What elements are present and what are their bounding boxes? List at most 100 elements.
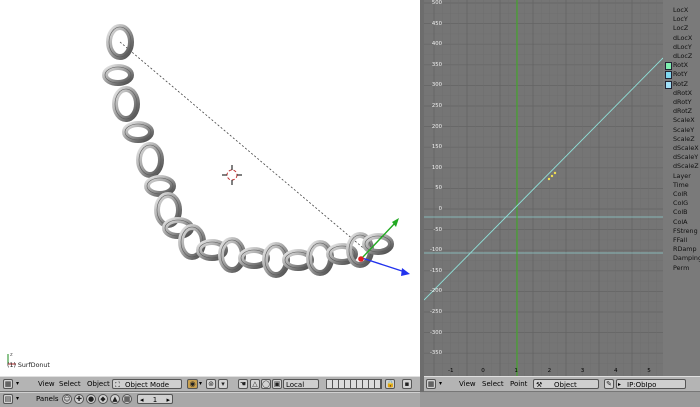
channel-label: ColA [673, 217, 688, 226]
lock-icon[interactable]: 🔒 [385, 379, 395, 389]
channel-scalez[interactable]: ScaleZ [663, 135, 700, 144]
y-tick-label: 300 [431, 82, 442, 89]
channel-label: Time [673, 180, 689, 189]
transform-orientation-select[interactable]: Local [283, 379, 319, 389]
editor-type-icon[interactable]: ▦ [3, 379, 13, 389]
chain-link-outline [114, 88, 138, 120]
channel-label: ColG [673, 199, 689, 208]
3d-viewport[interactable]: z (1) SurfDonut [0, 0, 420, 376]
channel-dscalez[interactable]: dScaleZ [663, 162, 700, 171]
ipo-collapse-icon[interactable]: ▾ [439, 379, 442, 389]
translate-icon[interactable]: △ [250, 379, 260, 389]
channel-label: Layer [673, 171, 691, 180]
channel-rotz[interactable]: RotZ [663, 80, 700, 89]
object-menu[interactable]: Object [87, 379, 110, 389]
channel-scaley[interactable]: ScaleY [663, 126, 700, 135]
page-number-label: 1 [152, 396, 158, 404]
y-tick-label: -250 [429, 309, 442, 315]
channel-fstreng[interactable]: FStreng [663, 227, 700, 236]
object-info-text: (1) SurfDonut [7, 362, 50, 369]
view-menu[interactable]: View [38, 379, 55, 389]
channel-label: ColB [673, 208, 688, 217]
logic-context-icon[interactable]: ☺ [62, 394, 72, 404]
channel-dscaley[interactable]: dScaleY [663, 153, 700, 162]
y-tick-label: 500 [431, 0, 442, 6]
x-tick-label: 1 [514, 368, 518, 374]
ipo-type-label: Object [554, 381, 577, 389]
ipo-bottom-bar [424, 392, 700, 406]
page-number-field[interactable]: ◂ 1 ▸ [137, 394, 173, 404]
channel-locz[interactable]: LocZ [663, 24, 700, 33]
draw-type-icon[interactable]: ◉ [187, 379, 198, 389]
channel-color-swatch[interactable] [665, 62, 672, 71]
channel-locx[interactable]: LocX [663, 6, 700, 15]
ipo-pin-icon[interactable]: ✎ [604, 379, 614, 389]
script-context-icon[interactable]: ✚ [74, 394, 84, 404]
channel-color-swatch[interactable] [665, 80, 672, 89]
channel-label: dRotX [673, 88, 693, 97]
layer-buttons[interactable] [326, 379, 382, 389]
channel-locy[interactable]: LocY [663, 15, 700, 24]
channel-ffall[interactable]: FFall [663, 236, 700, 245]
x-tick-label: 4 [614, 368, 618, 374]
channel-layer[interactable]: Layer [663, 172, 700, 181]
channel-scalex[interactable]: ScaleX [663, 116, 700, 125]
channel-colg[interactable]: ColG [663, 199, 700, 208]
svg-text:z: z [10, 352, 13, 358]
channel-dscalex[interactable]: dScaleX [663, 144, 700, 153]
editing-context-icon[interactable]: ▲ [110, 394, 120, 404]
x-tick-label: 3 [580, 368, 585, 374]
channel-colr[interactable]: ColR [663, 190, 700, 199]
manipulator-hand-icon[interactable]: ☚ [238, 379, 248, 389]
channel-dlocz[interactable]: dLocZ [663, 52, 700, 61]
shading-context-icon[interactable]: ● [86, 394, 96, 404]
ipo-editor-type-icon[interactable]: ▦ [426, 379, 436, 389]
channel-damping[interactable]: Damping [663, 254, 700, 263]
ipo-block-select[interactable]: ▸ IP:ObIpo [616, 379, 686, 389]
ipo-type-select[interactable]: ⚒ Object [533, 379, 599, 389]
channel-label: dScaleX [673, 144, 699, 152]
channel-drotx[interactable]: dRotX [663, 89, 700, 98]
chain-link-outline [138, 144, 162, 176]
channel-time[interactable]: Time [663, 181, 700, 190]
channel-rotx[interactable]: RotX [663, 61, 700, 71]
ipo-select-menu[interactable]: Select [482, 379, 504, 389]
channel-cola[interactable]: ColA [663, 218, 700, 227]
select-menu[interactable]: Select [59, 379, 81, 389]
ipo-channel-list: LocX LocY LocZ dLocX dLocY dLocZ RotX RotY RotZ d… [663, 0, 700, 376]
scale-icon[interactable]: ▣ [272, 379, 282, 389]
channel-color-swatch[interactable] [665, 71, 672, 80]
channel-colb[interactable]: ColB [663, 208, 700, 217]
rotate-icon[interactable]: ◯ [261, 379, 271, 389]
draw-type-arrow-icon[interactable]: ▾ [199, 379, 202, 389]
channel-roty[interactable]: RotY [663, 70, 700, 80]
page-next-arrow-icon: ▸ [166, 396, 170, 404]
channel-label: dLocZ [673, 52, 693, 60]
channel-drotz[interactable]: dRotZ [663, 107, 700, 116]
object-context-icon[interactable]: ◆ [98, 394, 108, 404]
pivot-arrow-icon[interactable]: ▾ [218, 379, 228, 389]
channel-rdamp[interactable]: RDamp [663, 245, 700, 254]
y-tick-label: 50 [435, 185, 442, 192]
buttons-collapse-icon[interactable]: ▾ [16, 394, 19, 404]
chain-object [102, 24, 394, 278]
ipo-curve-editor[interactable]: 500 450 400 350 300 250 200 150 100 50 0 -50 -100 -15… [424, 0, 663, 376]
mode-select[interactable]: ⛶ Object Mode [112, 379, 182, 389]
scene-context-icon[interactable]: ▦ [122, 394, 132, 404]
channel-perm[interactable]: Perm [663, 264, 700, 273]
ipo-view-menu[interactable]: View [459, 379, 476, 389]
buttons-editor-type-icon[interactable]: ▤ [3, 394, 13, 404]
panels-menu[interactable]: Panels [36, 394, 59, 404]
y-tick-label: -100 [429, 247, 442, 254]
render-icon[interactable]: ▪ [402, 379, 412, 389]
channel-label: RotY [673, 70, 688, 79]
collapse-menu-icon[interactable]: ▾ [16, 379, 19, 389]
channel-dlocx[interactable]: dLocX [663, 34, 700, 43]
ipo-type-icon: ⚒ [536, 381, 543, 389]
channel-droty[interactable]: dRotY [663, 98, 700, 107]
channel-dlocy[interactable]: dLocY [663, 43, 700, 52]
pivot-icon[interactable]: ⊚ [206, 379, 216, 389]
ipo-point-menu[interactable]: Point [510, 379, 527, 389]
y-tick-label: -150 [429, 267, 442, 274]
channel-label: ScaleZ [673, 134, 695, 143]
